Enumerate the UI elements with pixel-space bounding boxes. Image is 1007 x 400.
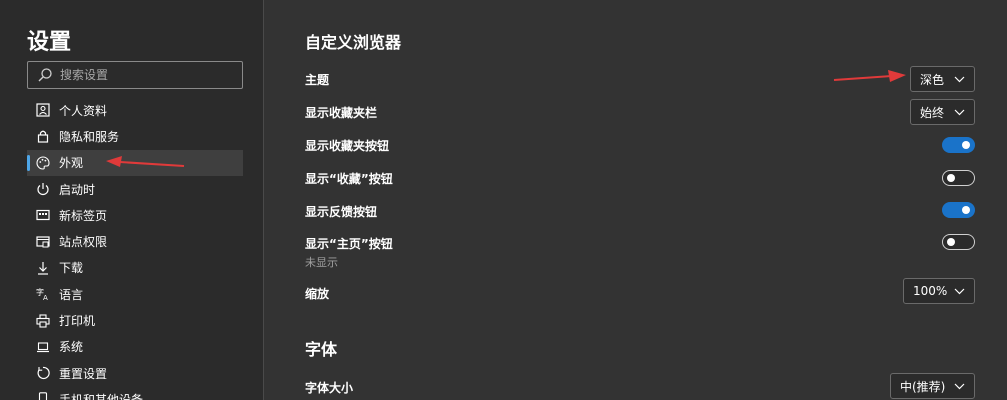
sidebar-item-reset[interactable]: 重置设置	[27, 360, 243, 386]
home-button-toggle[interactable]	[942, 234, 975, 250]
feedback-button-toggle[interactable]	[942, 202, 975, 218]
site-permissions-icon	[35, 234, 51, 250]
feedback-button-label: 显示反馈按钮	[305, 205, 378, 219]
zoom-label: 缩放	[305, 287, 330, 301]
sidebar-item-system[interactable]: 系统	[27, 334, 243, 360]
home-button-status: 未显示	[305, 256, 338, 269]
chevron-down-icon	[954, 286, 965, 297]
sidebar-item-startup[interactable]: 启动时	[27, 176, 243, 202]
chevron-down-icon	[954, 381, 965, 392]
font-size-value: 中(推荐)	[900, 379, 946, 394]
profile-icon	[35, 102, 51, 118]
sidebar-item-label: 重置设置	[59, 366, 108, 381]
annotation-arrow	[833, 70, 906, 82]
sidebar-item-label: 新标签页	[59, 208, 108, 223]
font-size-dropdown[interactable]: 中(推荐)	[890, 373, 975, 399]
sidebar-item-label: 启动时	[59, 182, 96, 197]
power-icon	[35, 181, 51, 197]
toggle-knob	[947, 238, 955, 246]
sidebar-item-phone-devices[interactable]: 手机和其他设备	[27, 386, 243, 400]
reset-icon	[35, 365, 51, 381]
sidebar-item-label: 系统	[59, 340, 84, 355]
collections-button-toggle[interactable]	[942, 170, 975, 186]
laptop-icon	[35, 339, 51, 355]
download-icon	[35, 260, 51, 276]
zoom-value: 100%	[913, 284, 948, 298]
sidebar-item-label: 打印机	[59, 314, 96, 329]
sidebar-nav: 个人资料 隐私和服务 外观 启动时 新标签页 站点权限 下载 字A 语言 打印机…	[27, 97, 243, 400]
palette-icon	[35, 155, 51, 171]
sidebar-item-downloads[interactable]: 下载	[27, 255, 243, 281]
sidebar-item-label: 下载	[59, 261, 84, 276]
font-size-label: 字体大小	[305, 381, 354, 395]
favorites-button-label: 显示收藏夹按钮	[305, 139, 390, 153]
collections-button-label: 显示“收藏”按钮	[305, 172, 393, 186]
sidebar-item-languages[interactable]: 字A 语言	[27, 281, 243, 307]
chevron-down-icon	[954, 74, 965, 85]
theme-value: 深色	[920, 72, 945, 87]
main-panel: 自定义浏览器 主题 深色 显示收藏夹栏 始终 显示收藏夹按钮 显示“收藏”按钮 …	[265, 0, 1007, 400]
sidebar-item-label: 外观	[59, 156, 84, 171]
sidebar-item-privacy[interactable]: 隐私和服务	[27, 123, 243, 149]
theme-dropdown[interactable]: 深色	[910, 66, 975, 92]
toggle-knob	[962, 206, 970, 214]
printer-icon	[35, 313, 51, 329]
favorites-bar-label: 显示收藏夹栏	[305, 106, 378, 120]
svg-text:A: A	[43, 294, 48, 301]
sidebar-item-label: 隐私和服务	[59, 129, 120, 144]
sidebar-item-profile[interactable]: 个人资料	[27, 97, 243, 123]
toggle-knob	[962, 141, 970, 149]
favorites-bar-dropdown[interactable]: 始终	[910, 99, 975, 125]
section-title-customize: 自定义浏览器	[305, 33, 402, 52]
toggle-knob	[947, 174, 955, 182]
sidebar-item-new-tab[interactable]: 新标签页	[27, 202, 243, 228]
language-icon: 字A	[35, 286, 51, 302]
annotation-arrow	[106, 156, 185, 167]
sidebar-item-label: 个人资料	[59, 103, 108, 118]
sidebar-item-label: 手机和其他设备	[59, 392, 144, 400]
phone-icon	[35, 391, 51, 400]
home-button-label: 显示“主页”按钮	[305, 237, 393, 251]
theme-label: 主题	[305, 73, 330, 87]
favorites-button-toggle[interactable]	[942, 137, 975, 153]
section-title-fonts: 字体	[305, 340, 338, 359]
chevron-down-icon	[954, 107, 965, 118]
search-input[interactable]	[60, 62, 240, 88]
sidebar: 设置 个人资料 隐私和服务 外观 启动时 新标签页 站点权限	[0, 0, 264, 400]
zoom-dropdown[interactable]: 100%	[903, 278, 975, 304]
sidebar-title: 设置	[27, 30, 72, 55]
lock-icon	[35, 128, 51, 144]
favorites-bar-value: 始终	[920, 105, 945, 120]
sidebar-item-site-permissions[interactable]: 站点权限	[27, 228, 243, 254]
sidebar-item-label: 语言	[59, 287, 84, 302]
search-icon	[37, 67, 53, 83]
sidebar-item-label: 站点权限	[59, 235, 108, 250]
search-box[interactable]	[27, 61, 243, 89]
new-tab-icon	[35, 207, 51, 223]
sidebar-item-printers[interactable]: 打印机	[27, 307, 243, 333]
